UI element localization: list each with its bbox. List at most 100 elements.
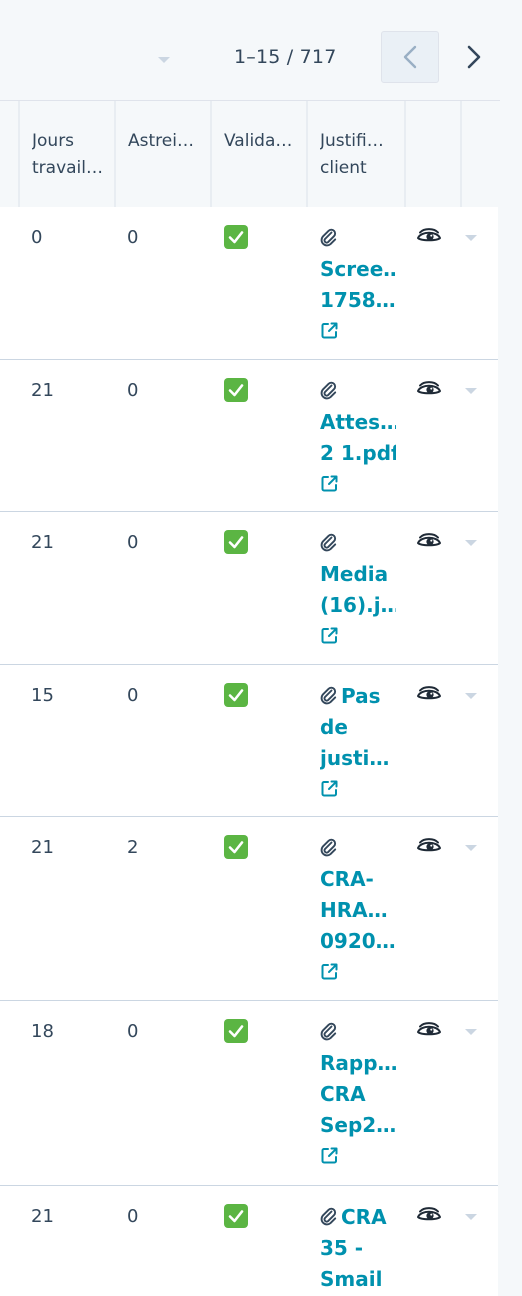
cell-astreinte: 0 bbox=[127, 1021, 139, 1042]
table-row: 21 0 CRA 35 - Smail bbox=[0, 1186, 498, 1296]
column-header-label: Jours bbox=[32, 131, 75, 151]
attachment-link[interactable]: Pas de justi… bbox=[320, 681, 396, 804]
chevron-left-icon bbox=[403, 45, 417, 69]
table-row: 0 0 Scree… 1758… bbox=[0, 207, 498, 360]
external-link-icon[interactable] bbox=[320, 626, 339, 645]
paperclip-icon bbox=[320, 1022, 337, 1041]
eye-icon[interactable] bbox=[416, 685, 442, 709]
page-size-dropdown-caret-icon[interactable] bbox=[158, 57, 170, 63]
attachment-name: Rapp… bbox=[320, 1051, 396, 1075]
cell-jours-travailles: 21 bbox=[31, 1206, 54, 1227]
pagination-bar: 1–15 / 717 bbox=[0, 0, 522, 100]
column-header-label: Valida… bbox=[224, 131, 293, 151]
attachment-name: 2 1.pdf bbox=[320, 441, 396, 465]
attachment-name: Scree… bbox=[320, 257, 396, 281]
attachment-link[interactable]: Media (16).j… bbox=[320, 528, 396, 651]
attachment-link[interactable]: CRA- HRA… 0920… bbox=[320, 833, 396, 987]
check-mark-button-icon bbox=[224, 1019, 248, 1043]
attachment-name: Attes… bbox=[320, 410, 396, 434]
external-link-icon[interactable] bbox=[320, 779, 339, 798]
column-header-label: Astrei… bbox=[128, 131, 194, 151]
cell-jours-travailles: 21 bbox=[31, 837, 54, 858]
caret-down-icon[interactable] bbox=[465, 388, 477, 394]
cell-astreinte: 0 bbox=[127, 380, 139, 401]
attachment-link[interactable]: CRA 35 - Smail bbox=[320, 1202, 396, 1295]
table-row: 18 0 Rapp… CRA Sep2… bbox=[0, 1001, 498, 1186]
attachment-name: Sep2… bbox=[320, 1113, 396, 1137]
attachment-name: 0920… bbox=[320, 929, 396, 953]
cell-astreinte: 0 bbox=[127, 685, 139, 706]
column-header-label: Justifi… bbox=[320, 131, 384, 151]
table-row: 21 2 CRA- HRA… 0920… bbox=[0, 817, 498, 1001]
attachment-name: (16).j… bbox=[320, 593, 396, 617]
check-mark-button-icon bbox=[224, 530, 248, 554]
check-mark-button-icon bbox=[224, 225, 248, 249]
column-header-jours-travailles[interactable]: Jours travail… bbox=[18, 101, 116, 207]
column-header-actions bbox=[460, 101, 500, 207]
attachment-name: CRA- bbox=[320, 867, 374, 891]
chevron-right-icon bbox=[467, 45, 481, 69]
attachment-name: HRA… bbox=[320, 898, 388, 922]
eye-icon[interactable] bbox=[416, 380, 442, 404]
previous-page-button[interactable] bbox=[381, 31, 439, 83]
attachment-name: CRA bbox=[320, 1082, 366, 1106]
column-header-label: travail… bbox=[32, 158, 103, 178]
column-header-justificatif-client[interactable]: Justifi… client bbox=[306, 101, 406, 207]
caret-down-icon[interactable] bbox=[465, 693, 477, 699]
eye-icon[interactable] bbox=[416, 1206, 442, 1230]
check-mark-button-icon bbox=[224, 378, 248, 402]
caret-down-icon[interactable] bbox=[465, 235, 477, 241]
scroll-gutter bbox=[498, 207, 522, 1296]
attachment-link[interactable]: Scree… 1758… bbox=[320, 223, 396, 346]
table-row: 15 0 Pas de justi… bbox=[0, 665, 498, 817]
paperclip-icon bbox=[320, 381, 337, 400]
column-header-preview bbox=[404, 101, 462, 207]
column-header-label: client bbox=[320, 158, 367, 178]
eye-icon[interactable] bbox=[416, 1021, 442, 1045]
column-header-astreinte[interactable]: Astrei… bbox=[114, 101, 212, 207]
attachment-name: justi… bbox=[320, 746, 390, 770]
next-page-button[interactable] bbox=[448, 31, 500, 83]
attachment-name: 35 - bbox=[320, 1236, 364, 1260]
paperclip-icon bbox=[320, 838, 337, 857]
attachment-name: Smail bbox=[320, 1267, 383, 1291]
table-body: 0 0 Scree… 1758… 21 0 Attes… 2 1.pdf 21 0 Media (16… bbox=[0, 207, 498, 1296]
caret-down-icon[interactable] bbox=[465, 1214, 477, 1220]
column-header-previous bbox=[0, 101, 20, 207]
external-link-icon[interactable] bbox=[320, 1146, 339, 1165]
caret-down-icon[interactable] bbox=[465, 540, 477, 546]
check-mark-button-icon bbox=[224, 683, 248, 707]
cell-jours-travailles: 21 bbox=[31, 380, 54, 401]
caret-down-icon[interactable] bbox=[465, 845, 477, 851]
cell-astreinte: 0 bbox=[127, 1206, 139, 1227]
table-view: 1–15 / 717 Jours travail… Astrei… Valida… bbox=[0, 0, 522, 1296]
check-mark-button-icon bbox=[224, 1204, 248, 1228]
external-link-icon[interactable] bbox=[320, 962, 339, 981]
attachment-name: Pas bbox=[341, 684, 381, 708]
attachment-name: 1758… bbox=[320, 288, 396, 312]
table-row: 21 0 Attes… 2 1.pdf bbox=[0, 360, 498, 512]
pagination-range: 1–15 / 717 bbox=[234, 46, 337, 68]
external-link-icon[interactable] bbox=[320, 474, 339, 493]
paperclip-icon bbox=[320, 228, 337, 247]
external-link-icon[interactable] bbox=[320, 321, 339, 340]
attachment-link[interactable]: Rapp… CRA Sep2… bbox=[320, 1017, 396, 1171]
eye-icon[interactable] bbox=[416, 227, 442, 251]
eye-icon[interactable] bbox=[416, 837, 442, 861]
eye-icon[interactable] bbox=[416, 532, 442, 556]
attachment-name: Media bbox=[320, 562, 389, 586]
cell-astreinte: 0 bbox=[127, 532, 139, 553]
cell-jours-travailles: 15 bbox=[31, 685, 54, 706]
cell-astreinte: 2 bbox=[127, 837, 139, 858]
caret-down-icon[interactable] bbox=[465, 1029, 477, 1035]
cell-astreinte: 0 bbox=[127, 227, 139, 248]
table-header: Jours travail… Astrei… Valida… Justifi… … bbox=[0, 100, 500, 207]
attachment-link[interactable]: Attes… 2 1.pdf bbox=[320, 376, 396, 499]
attachment-name: de bbox=[320, 715, 348, 739]
cell-jours-travailles: 21 bbox=[31, 532, 54, 553]
paperclip-icon bbox=[320, 1207, 337, 1226]
column-header-validation[interactable]: Valida… bbox=[210, 101, 308, 207]
table-row: 21 0 Media (16).j… bbox=[0, 512, 498, 665]
check-mark-button-icon bbox=[224, 835, 248, 859]
cell-jours-travailles: 0 bbox=[31, 227, 43, 248]
